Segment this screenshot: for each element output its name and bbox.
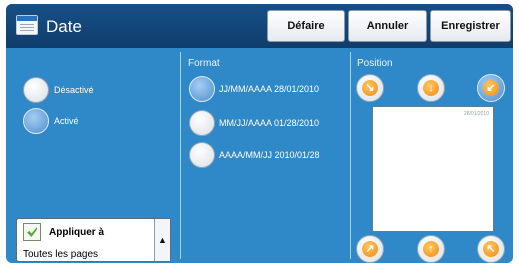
apply-up-button[interactable]: ▲ [154, 219, 170, 261]
position-bottom-left-button[interactable]: ↗ [356, 235, 384, 263]
position-bottom-right-button[interactable]: ↖ [477, 235, 505, 263]
column-divider-left [180, 52, 181, 259]
position-top-right-button[interactable]: ↙ [477, 74, 505, 102]
apply-to-selector[interactable]: Appliquer à Toutes les pages ▲ [16, 218, 171, 262]
format-dmy-label: JJ/MM/AAAA 28/01/2010 [219, 84, 320, 94]
arrow-top-right-icon: ↙ [483, 80, 499, 96]
format-mdy-radio[interactable] [189, 110, 215, 136]
format-dmy-radio[interactable] [189, 76, 215, 102]
format-ymd-label: AAAA/MM/JJ 2010/01/28 [219, 150, 320, 160]
arrow-down-icon: ↓ [423, 80, 439, 96]
save-button[interactable]: Enregistrer [430, 10, 511, 42]
page-title: Date [46, 17, 82, 36]
page-preview: 28/01/2010 [372, 106, 494, 232]
column-divider-right [350, 52, 351, 259]
cancel-button[interactable]: Annuler [348, 10, 427, 42]
apply-title: Appliquer à [49, 227, 105, 238]
off-radio[interactable] [23, 77, 49, 103]
position-heading: Position [357, 58, 393, 69]
calendar-icon [16, 15, 38, 35]
undo-button[interactable]: Défaire [267, 10, 345, 42]
format-mdy-label: MM/JJ/AAAA 01/28/2010 [219, 118, 320, 128]
title-bar: Date Défaire Annuler Enregistrer [6, 4, 513, 48]
on-label: Activé [54, 116, 79, 126]
on-radio[interactable] [23, 108, 49, 134]
position-top-left-button[interactable]: ↘ [356, 74, 384, 102]
off-label: Désactivé [54, 85, 94, 95]
date-dialog: Date Défaire Annuler Enregistrer Désacti… [6, 4, 513, 263]
arrow-top-left-icon: ↘ [362, 80, 378, 96]
position-top-center-button[interactable]: ↓ [417, 74, 445, 102]
position-bottom-center-button[interactable]: ↑ [417, 235, 445, 263]
arrow-bottom-right-icon: ↖ [483, 241, 499, 257]
arrow-bottom-left-icon: ↗ [362, 241, 378, 257]
apply-pages-icon [23, 223, 41, 241]
format-heading: Format [188, 58, 220, 69]
triangle-up-icon: ▲ [158, 235, 167, 245]
preview-date: 28/01/2010 [463, 111, 489, 117]
apply-value: Toutes les pages [23, 249, 99, 260]
format-ymd-radio[interactable] [189, 142, 215, 168]
arrow-up-icon: ↑ [423, 241, 439, 257]
